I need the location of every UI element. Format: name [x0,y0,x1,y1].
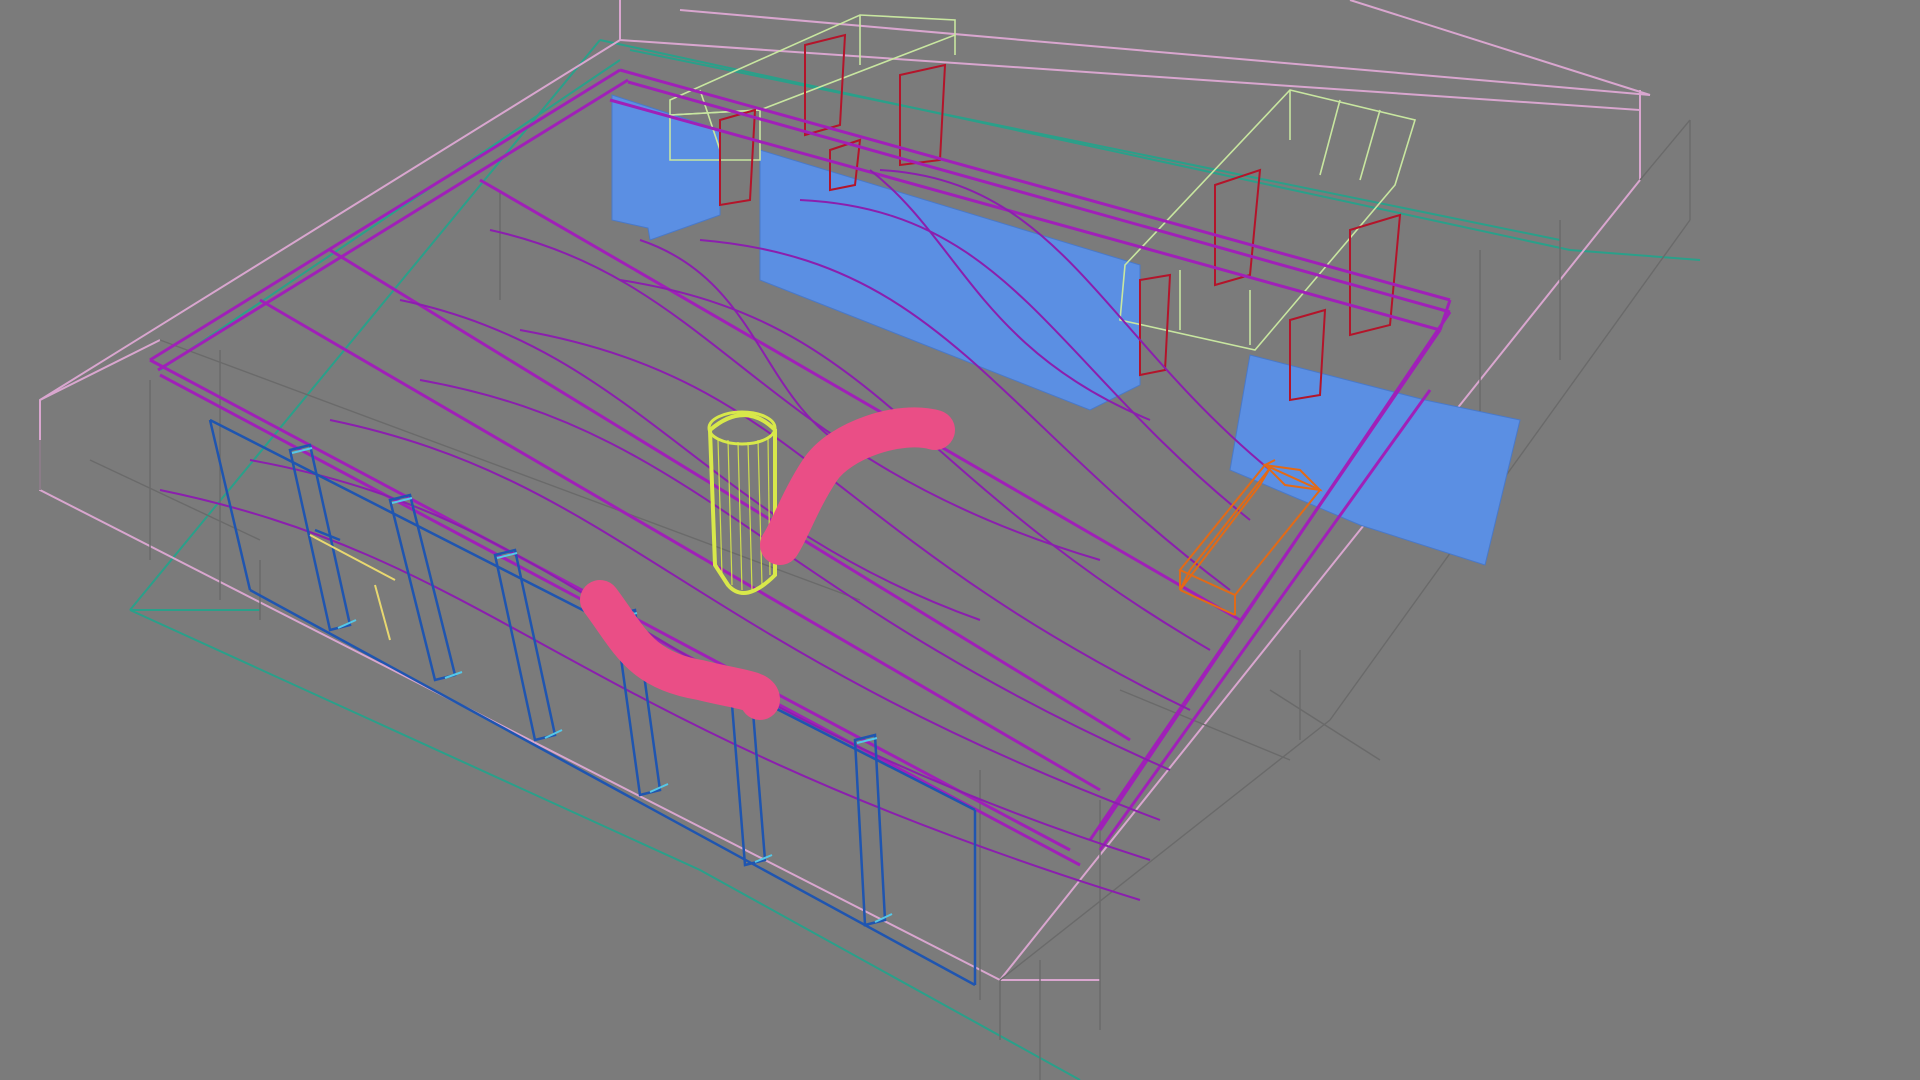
wireframe-scene[interactable] [0,0,1920,1080]
viewport-background [0,0,1920,1080]
3d-viewport[interactable] [0,0,1920,1080]
